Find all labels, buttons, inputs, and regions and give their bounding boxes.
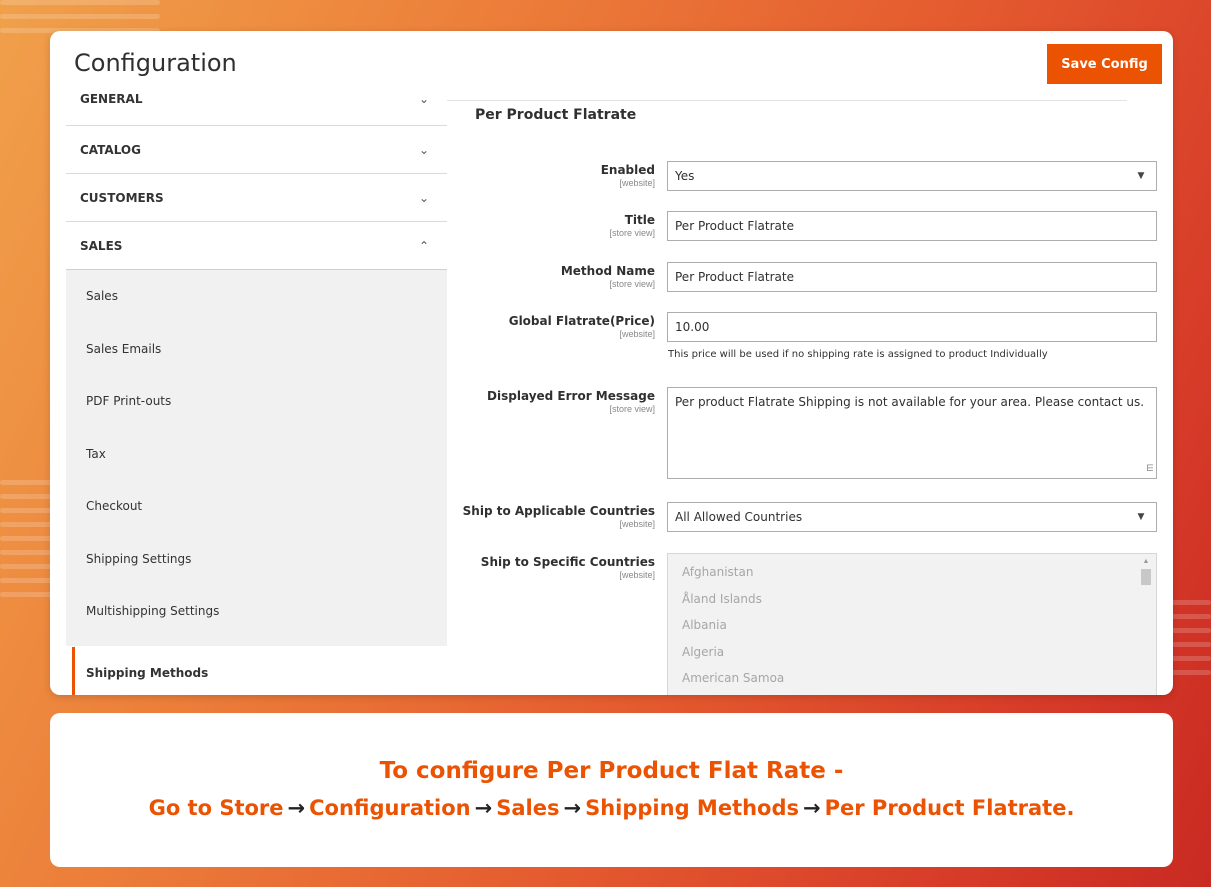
path-step: Sales xyxy=(496,796,560,820)
dropdown-arrow-icon: ▼ xyxy=(1137,171,1145,181)
divider xyxy=(447,100,1127,101)
arrow-right-icon: → xyxy=(287,796,306,820)
specific-countries-label: Ship to Specific Countries [website] xyxy=(395,555,655,580)
country-option: American Samoa xyxy=(682,671,785,685)
enabled-label: Enabled [website] xyxy=(395,163,655,188)
field-label: Ship to Specific Countries xyxy=(480,555,655,569)
sidebar-section-label: CATALOG xyxy=(80,143,141,157)
field-scope: [website] xyxy=(619,178,655,188)
sales-submenu: Sales Sales Emails PDF Print-outs Tax Ch… xyxy=(66,270,447,646)
arrow-right-icon: → xyxy=(563,796,582,820)
configuration-panel: Configuration Save Config GENERAL ⌄ CATA… xyxy=(50,31,1173,695)
sidebar-section-label: SALES xyxy=(80,239,123,253)
page-title: Configuration xyxy=(74,49,237,77)
country-option: Algeria xyxy=(682,644,725,659)
sidebar-item-sales-emails[interactable]: Sales Emails xyxy=(66,323,447,376)
specific-countries-multiselect: Afghanistan Åland Islands Albania Algeri… xyxy=(667,553,1157,695)
sidebar-section-label: GENERAL xyxy=(80,92,143,106)
field-scope: [website] xyxy=(619,519,655,529)
path-step: Per Product Flatrate. xyxy=(824,796,1075,820)
title-input[interactable]: Per Product Flatrate xyxy=(667,211,1157,241)
arrow-right-icon: → xyxy=(803,796,821,820)
enabled-select[interactable]: Yes ▼ xyxy=(667,161,1157,191)
textarea-value: Per product Flatrate Shipping is not ava… xyxy=(675,395,1145,409)
field-label: Global Flatrate(Price) xyxy=(508,314,655,328)
country-option: Albania xyxy=(682,618,727,632)
dropdown-arrow-icon: ▼ xyxy=(1137,512,1145,522)
banner-path: Go to Store → Configuration → Sales → Shipping… xyxy=(50,796,1173,820)
sidebar-item-checkout[interactable]: Checkout xyxy=(66,480,447,533)
config-sidebar: GENERAL ⌄ CATALOG ⌄ CUSTOMERS ⌄ SALES ⌃ … xyxy=(66,89,447,646)
global-flatrate-input[interactable]: 10.00 xyxy=(667,312,1157,342)
sidebar-item-sales[interactable]: Sales xyxy=(66,270,447,323)
selected-value: All Allowed Countries xyxy=(675,510,803,524)
banner-heading: To configure Per Product Flat Rate - xyxy=(379,758,844,784)
field-scope: [website] xyxy=(619,329,655,339)
applicable-countries-select[interactable]: All Allowed Countries ▼ xyxy=(667,502,1157,532)
field-scope: [store view] xyxy=(609,279,655,289)
method-name-input[interactable]: Per Product Flatrate xyxy=(667,262,1157,292)
error-message-label: Displayed Error Message [store view] xyxy=(395,389,655,414)
field-scope: [store view] xyxy=(609,228,655,238)
selected-value: Yes xyxy=(675,169,695,183)
sidebar-section-customers[interactable]: CUSTOMERS ⌄ xyxy=(66,174,447,222)
global-flatrate-label: Global Flatrate(Price) [website] xyxy=(395,314,655,339)
country-option: Åland Islands xyxy=(682,591,762,606)
instruction-banner: To configure Per Product Flat Rate - Go … xyxy=(50,713,1173,867)
sidebar-item-pdf-print-outs[interactable]: PDF Print-outs xyxy=(66,375,447,428)
method-name-label: Method Name [store view] xyxy=(395,264,655,289)
arrow-right-icon: → xyxy=(474,796,493,820)
field-label: Title xyxy=(624,213,655,227)
field-label: Enabled xyxy=(600,163,655,177)
resize-handle-icon[interactable]: ⋿ xyxy=(1146,461,1154,477)
sidebar-item-multishipping-settings[interactable]: Multishipping Settings xyxy=(66,585,447,638)
applicable-countries-label: Ship to Applicable Countries [website] xyxy=(395,504,655,529)
chevron-down-icon: ⌄ xyxy=(418,92,429,106)
field-scope: [website] xyxy=(619,570,655,580)
path-step: Go to Store xyxy=(148,796,284,820)
path-step: Configuration xyxy=(309,796,471,820)
field-note: This price will be used if no shipping r… xyxy=(668,349,1048,360)
scrollbar-thumb[interactable] xyxy=(1141,569,1151,585)
sidebar-item-tax[interactable]: Tax xyxy=(66,428,447,481)
scroll-up-icon[interactable]: ▲ xyxy=(1140,558,1152,565)
sidebar-section-sales[interactable]: SALES ⌃ xyxy=(66,222,447,270)
field-label: Ship to Applicable Countries xyxy=(462,504,655,518)
country-option: Afghanistan xyxy=(682,565,754,579)
sidebar-section-label: CUSTOMERS xyxy=(80,191,164,205)
sidebar-section-general[interactable]: GENERAL ⌄ xyxy=(66,89,447,126)
sidebar-item-shipping-settings[interactable]: Shipping Settings xyxy=(66,533,447,586)
title-label: Title [store view] xyxy=(395,213,655,238)
field-label: Method Name xyxy=(560,264,655,278)
field-scope: [store view] xyxy=(609,404,655,414)
sidebar-section-catalog[interactable]: CATALOG ⌄ xyxy=(66,126,447,174)
section-title: Per Product Flatrate xyxy=(475,107,637,123)
field-label: Displayed Error Message xyxy=(487,389,655,403)
decorative-stripes xyxy=(1171,600,1211,740)
error-message-textarea[interactable]: Per product Flatrate Shipping is not ava… xyxy=(667,387,1157,479)
save-config-button[interactable]: Save Config xyxy=(1047,44,1162,84)
scrollbar[interactable]: ▲ xyxy=(1140,558,1152,695)
path-step: Shipping Methods xyxy=(585,796,800,820)
sidebar-item-shipping-methods[interactable]: Shipping Methods xyxy=(72,647,453,695)
